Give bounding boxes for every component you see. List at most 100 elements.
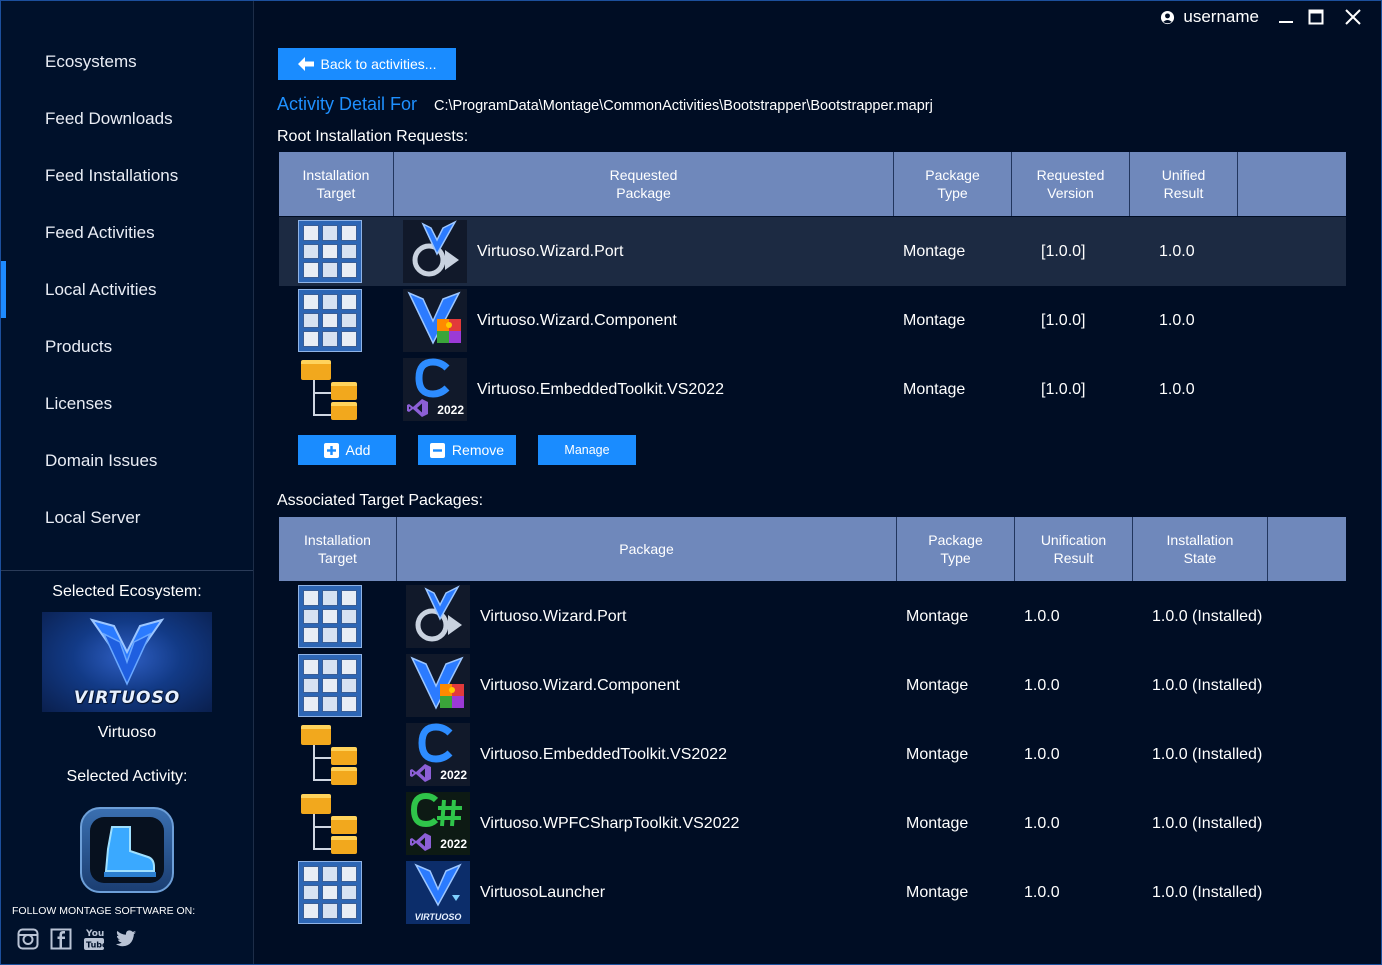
installation-target-grid-icon — [298, 220, 362, 283]
manage-button[interactable]: Manage — [538, 435, 636, 465]
sidebar-item-local-server[interactable]: Local Server — [1, 489, 253, 546]
user-icon — [1161, 10, 1175, 24]
arrow-left-icon — [297, 57, 314, 71]
table-row[interactable]: Virtuoso.Wizard.Port Montage 1.0.0 1.0.0 (I… — [279, 582, 1346, 651]
sidebar-item-products[interactable]: Products — [1, 318, 253, 375]
launcher-logo-text: VIRTUOSO — [414, 912, 462, 922]
column-header[interactable]: Package Type — [894, 152, 1012, 216]
sidebar-item-ecosystems[interactable]: Ecosystems — [1, 33, 253, 90]
column-header[interactable]: Requested Version — [1012, 152, 1130, 216]
ecosystem-logo[interactable]: VIRTUOSO — [42, 612, 212, 712]
table-row[interactable]: 2022 Virtuoso.EmbeddedToolkit.VS2022 Monta… — [279, 720, 1346, 789]
unified-result: 1.0.0 — [1159, 242, 1195, 260]
sidebar-item-feed-activities[interactable]: Feed Activities — [1, 204, 253, 261]
package-name: Virtuoso.Wizard.Port — [477, 242, 624, 260]
column-header[interactable]: Unification Result — [1015, 517, 1133, 581]
maximize-button[interactable] — [1303, 5, 1329, 29]
table-row[interactable]: Virtuoso.Wizard.Component Montage [1.0.0] 1… — [279, 286, 1346, 355]
unification-result: 1.0.0 — [1024, 814, 1060, 832]
sidebar-item-feed-installations[interactable]: Feed Installations — [1, 147, 253, 204]
column-header[interactable]: Unified Result — [1130, 152, 1238, 216]
activity-boot-icon[interactable] — [80, 807, 174, 893]
root-requests-header: Installation Target Requested Package Pack… — [279, 152, 1346, 216]
twitter-icon[interactable] — [115, 927, 138, 950]
selected-ecosystem-label: Selected Ecosystem: — [52, 583, 202, 600]
back-to-activities-button[interactable]: Back to activities... — [278, 48, 456, 80]
minus-square-icon — [429, 442, 445, 458]
svg-text:Tube: Tube — [86, 940, 105, 949]
user-menu[interactable]: username — [1160, 7, 1259, 27]
unification-result: 1.0.0 — [1024, 883, 1060, 901]
package-type: Montage — [906, 745, 969, 763]
installation-target-grid-icon — [298, 654, 362, 717]
folder-tree-icon — [299, 723, 363, 786]
requested-version: [1.0.0] — [1041, 380, 1086, 398]
sidebar-item-label: Products — [45, 336, 113, 356]
folder-tree-icon — [299, 358, 363, 421]
social-links: You Tube — [16, 927, 138, 950]
installation-target-grid-icon — [298, 861, 362, 924]
package-type: Montage — [906, 676, 969, 694]
column-header[interactable]: Requested Package — [394, 152, 894, 216]
installation-target-grid-icon — [298, 585, 362, 648]
sidebar-item-domain-issues[interactable]: Domain Issues — [1, 432, 253, 489]
package-name: Virtuoso.Wizard.Component — [477, 311, 677, 329]
add-button[interactable]: Add — [298, 435, 396, 465]
package-name: Virtuoso.WPFCSharpToolkit.VS2022 — [480, 814, 740, 832]
youtube-icon[interactable]: You Tube — [82, 927, 105, 950]
wizard-component-icon — [403, 289, 467, 352]
package-name: Virtuoso.Wizard.Port — [480, 607, 627, 625]
sidebar-item-local-activities[interactable]: Local Activities — [1, 261, 253, 318]
sidebar-item-label: Local Activities — [45, 279, 157, 299]
column-header[interactable]: Installation Target — [279, 517, 397, 581]
minimize-icon — [1279, 21, 1293, 23]
svg-text:You: You — [85, 929, 104, 939]
selected-activity-label: Selected Activity: — [66, 768, 188, 785]
package-name: Virtuoso.EmbeddedToolkit.VS2022 — [480, 745, 727, 763]
associated-packages-title: Associated Target Packages: — [277, 492, 484, 509]
remove-button[interactable]: Remove — [418, 435, 516, 465]
sidebar-item-label: Feed Installations — [45, 165, 179, 185]
package-name: VirtuosoLauncher — [480, 883, 606, 901]
vs-year-label: 2022 — [437, 403, 464, 417]
instagram-icon[interactable] — [16, 927, 39, 950]
username: username — [1183, 7, 1259, 26]
minimize-button[interactable] — [1273, 5, 1299, 29]
package-name: Virtuoso.Wizard.Component — [480, 676, 680, 694]
associated-packages-header: Installation Target Package Package Type Un… — [279, 517, 1346, 581]
sidebar: Ecosystems Feed Downloads Feed Installatio… — [1, 1, 254, 964]
table-row[interactable]: VIRTUOSO VirtuosoLauncher Montage 1.0.0 1.0.… — [279, 858, 1346, 927]
column-header[interactable]: Package — [397, 517, 897, 581]
facebook-icon[interactable] — [49, 927, 72, 950]
sidebar-item-label: Local Server — [45, 507, 141, 527]
close-button[interactable] — [1340, 5, 1366, 29]
column-header[interactable]: Installation State — [1133, 517, 1268, 581]
wizard-port-icon — [406, 585, 470, 648]
package-type: Montage — [906, 607, 969, 625]
package-name: Virtuoso.EmbeddedToolkit.VS2022 — [477, 380, 724, 398]
sidebar-divider — [1, 570, 253, 571]
manage-button-label: Manage — [564, 443, 610, 457]
requested-version: [1.0.0] — [1041, 311, 1086, 329]
root-requests-title: Root Installation Requests: — [277, 128, 469, 145]
wizard-port-icon — [403, 220, 467, 283]
table-row[interactable]: 2022 Virtuoso.EmbeddedToolkit.VS2022 Monta… — [279, 355, 1346, 424]
table-row[interactable]: Virtuoso.Wizard.Component Montage 1.0.0 1.0… — [279, 651, 1346, 720]
package-type: Montage — [906, 883, 969, 901]
table-row[interactable]: Virtuoso.Wizard.Port Montage [1.0.0] 1.0.0 — [279, 217, 1346, 286]
installation-state: 1.0.0 (Installed) — [1152, 676, 1263, 694]
unified-result: 1.0.0 — [1159, 380, 1195, 398]
unification-result: 1.0.0 — [1024, 745, 1060, 763]
table-row[interactable]: 2022 Virtuoso.WPFCSharpToolkit.VS2022 Mont… — [279, 789, 1346, 858]
sidebar-item-licenses[interactable]: Licenses — [1, 375, 253, 432]
wpf-csharp-toolkit-icon: 2022 — [406, 792, 470, 855]
column-header-filler — [1268, 517, 1346, 581]
column-header[interactable]: Installation Target — [279, 152, 394, 216]
installation-state: 1.0.0 (Installed) — [1152, 814, 1263, 832]
column-header[interactable]: Package Type — [897, 517, 1015, 581]
add-button-label: Add — [345, 442, 371, 458]
sidebar-item-feed-downloads[interactable]: Feed Downloads — [1, 90, 253, 147]
installation-state: 1.0.0 (Installed) — [1152, 607, 1263, 625]
installation-state: 1.0.0 (Installed) — [1152, 883, 1263, 901]
associated-packages-table: Installation Target Package Package Type Un… — [279, 517, 1346, 929]
